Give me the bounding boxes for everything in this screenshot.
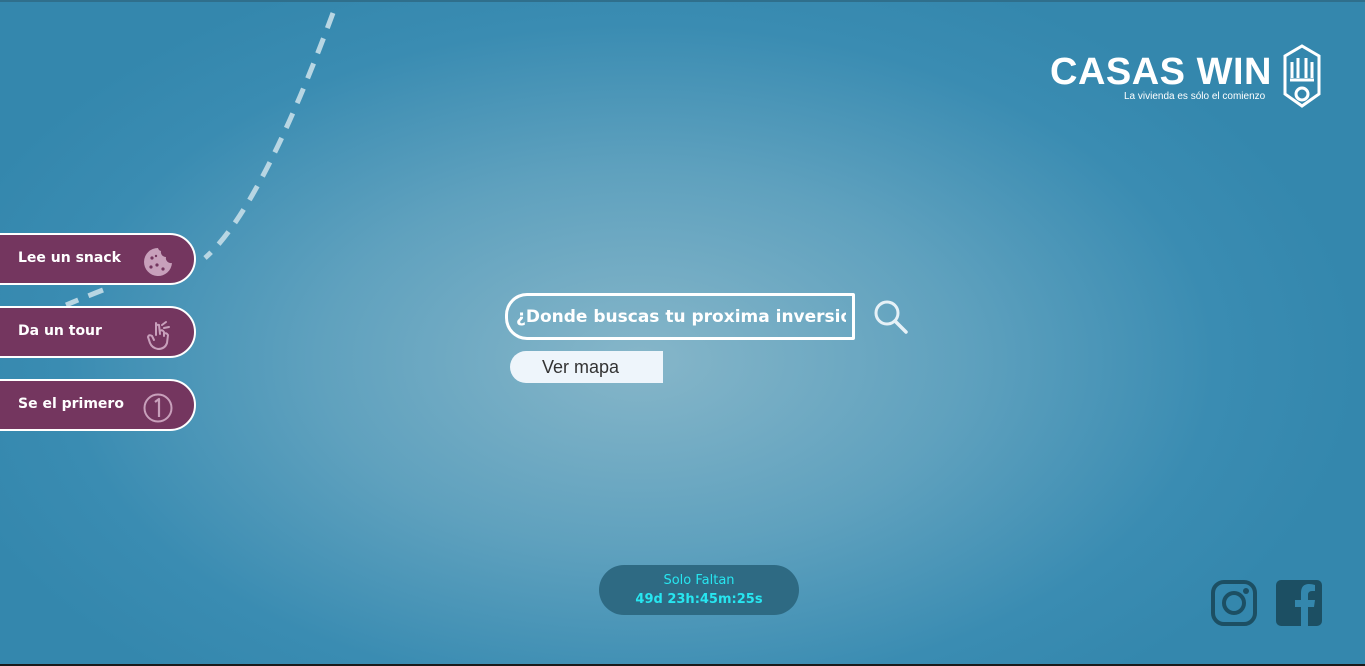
countdown-value: 49d 23h:45m:25s <box>635 592 763 607</box>
snack-label: Lee un snack <box>18 250 121 266</box>
search-input[interactable] <box>516 304 846 330</box>
countdown-label: Solo Faltan <box>663 573 735 588</box>
brand-name: CASAS WIN <box>1050 51 1272 93</box>
number-one-icon <box>143 393 173 423</box>
side-menu-tour-button[interactable]: Da un tour <box>0 306 196 358</box>
brand-tagline: La vivienda es sólo el comienzo <box>1124 91 1266 102</box>
view-map-label: Ver mapa <box>542 357 620 377</box>
search-box <box>505 293 855 340</box>
side-menu-first-button[interactable]: Se el primero <box>0 379 196 431</box>
tour-label: Da un tour <box>18 323 102 339</box>
side-menu-snack-button[interactable]: Lee un snack <box>0 233 196 285</box>
brand-logo[interactable]: CASAS WIN La vivienda es sólo el comienz… <box>1050 44 1330 114</box>
instagram-icon[interactable] <box>1211 580 1257 626</box>
view-map-button[interactable]: Ver mapa <box>510 351 663 383</box>
search-icon[interactable] <box>872 298 910 336</box>
hand-pointer-icon <box>147 321 170 350</box>
first-label: Se el primero <box>18 396 124 412</box>
countdown-badge: Solo Faltan 49d 23h:45m:25s <box>599 565 799 615</box>
crest-icon <box>1283 44 1321 108</box>
cookie-icon <box>144 248 172 276</box>
facebook-icon[interactable] <box>1276 580 1322 626</box>
